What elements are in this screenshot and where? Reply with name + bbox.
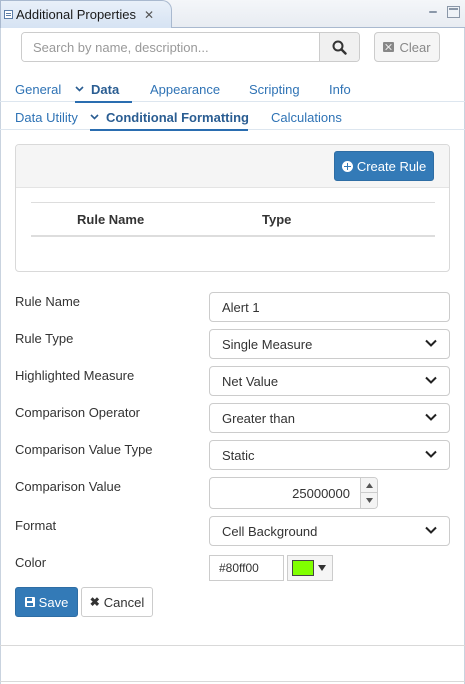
maximize-icon[interactable] (447, 6, 460, 18)
format-label: Format (15, 518, 57, 533)
tab-general[interactable]: General (15, 76, 61, 102)
cancel-button-label: Cancel (103, 594, 145, 610)
comparison-value-value: 25000000 (292, 486, 350, 501)
color-picker-button[interactable] (287, 555, 333, 581)
spinner-down-button[interactable] (360, 493, 377, 508)
tab-conditional-formatting[interactable]: Conditional Formatting (90, 104, 249, 131)
tab-label: Info (329, 81, 351, 97)
comparison-value-label: Comparison Value (15, 479, 121, 494)
highlighted-measure-select[interactable]: Net Value (209, 366, 450, 396)
search-button[interactable] (319, 33, 359, 61)
divider (0, 645, 465, 646)
color-label: Color (15, 555, 47, 570)
chevron-down-icon (425, 376, 437, 384)
chevron-down-icon (425, 413, 437, 421)
rule-name-label: Rule Name (15, 294, 81, 309)
secondary-tabs: Data Utility Conditional Formatting Calc… (0, 104, 465, 131)
tab-label: Appearance (150, 81, 221, 97)
tab-info[interactable]: Info (329, 76, 351, 102)
rules-table: Rule Name Type (31, 202, 435, 237)
color-swatch (292, 560, 314, 576)
spinner-up-button[interactable] (360, 478, 377, 493)
create-rule-label: Create Rule (356, 158, 427, 174)
chevron-down-icon (75, 86, 84, 92)
caret-up-icon (365, 482, 373, 488)
search-group (21, 32, 360, 62)
caret-down-icon (365, 498, 373, 503)
comparison-value-input[interactable]: 25000000 (209, 477, 378, 509)
comparison-value-type-label: Comparison Value Type (15, 442, 153, 457)
format-select[interactable]: Cell Background (209, 516, 450, 546)
clear-icon (383, 42, 395, 52)
color-hex-value: #80ff00 (219, 561, 259, 575)
primary-tabs: General Data Appearance Scripting Info (0, 76, 465, 103)
save-button-label: Save (38, 594, 69, 610)
tab-data[interactable]: Data (75, 76, 132, 103)
comparison-value-type-value: Static (222, 447, 255, 463)
divider (0, 681, 465, 682)
chevron-down-icon (425, 339, 437, 347)
comparison-value-type-select[interactable]: Static (209, 440, 450, 470)
rules-panel: Create Rule Rule Name Type (15, 144, 450, 272)
dropdown-arrow-icon (318, 565, 326, 571)
rule-type-value: Single Measure (222, 336, 313, 352)
tab-appearance[interactable]: Appearance (150, 76, 220, 102)
view-tab-bar: Additional Properties ✕ (0, 0, 465, 28)
chevron-down-icon (90, 114, 99, 120)
view-tab-title: Additional Properties (16, 7, 136, 22)
rule-name-input[interactable]: Alert 1 (209, 292, 450, 322)
cancel-button[interactable]: ✖ Cancel (81, 587, 153, 617)
create-rule-button[interactable]: Create Rule (334, 151, 434, 181)
column-header-rule-name[interactable]: Rule Name (77, 203, 144, 236)
tab-data-utility[interactable]: Data Utility (15, 104, 78, 130)
format-value: Cell Background (222, 523, 318, 539)
clear-button[interactable]: Clear (374, 32, 440, 62)
tab-label: Data Utility (15, 109, 78, 125)
highlighted-measure-value: Net Value (222, 373, 279, 389)
tab-scripting[interactable]: Scripting (249, 76, 300, 102)
chevron-down-icon (425, 450, 437, 458)
tab-label: Calculations (271, 109, 342, 125)
rules-panel-header: Create Rule (16, 145, 449, 188)
highlighted-measure-label: Highlighted Measure (15, 368, 135, 383)
close-icon: ✖ (89, 595, 100, 609)
tab-label: Conditional Formatting (106, 109, 249, 125)
plus-circle-icon (341, 160, 353, 172)
search-input[interactable] (22, 33, 319, 61)
tab-label: General (15, 81, 62, 97)
tab-calculations[interactable]: Calculations (271, 104, 342, 130)
column-header-type[interactable]: Type (262, 203, 291, 236)
rule-type-select[interactable]: Single Measure (209, 329, 450, 359)
properties-icon (4, 10, 13, 19)
tab-label: Data (91, 81, 120, 97)
floppy-disk-icon (24, 597, 35, 607)
view-tab-additional-properties[interactable]: Additional Properties ✕ (0, 0, 172, 28)
chevron-down-icon (425, 526, 437, 534)
comparison-operator-select[interactable]: Greater than (209, 403, 450, 433)
close-icon[interactable]: ✕ (144, 9, 154, 21)
color-hex-input[interactable]: #80ff00 (209, 555, 284, 581)
search-icon (332, 40, 347, 55)
minimize-icon[interactable] (427, 6, 440, 18)
clear-button-label: Clear (399, 39, 431, 55)
comparison-operator-label: Comparison Operator (15, 405, 140, 420)
save-button[interactable]: Save (15, 587, 78, 617)
tab-label: Scripting (249, 81, 300, 97)
rule-type-label: Rule Type (15, 331, 74, 346)
rule-name-value: Alert 1 (222, 299, 260, 315)
comparison-operator-value: Greater than (222, 410, 295, 426)
